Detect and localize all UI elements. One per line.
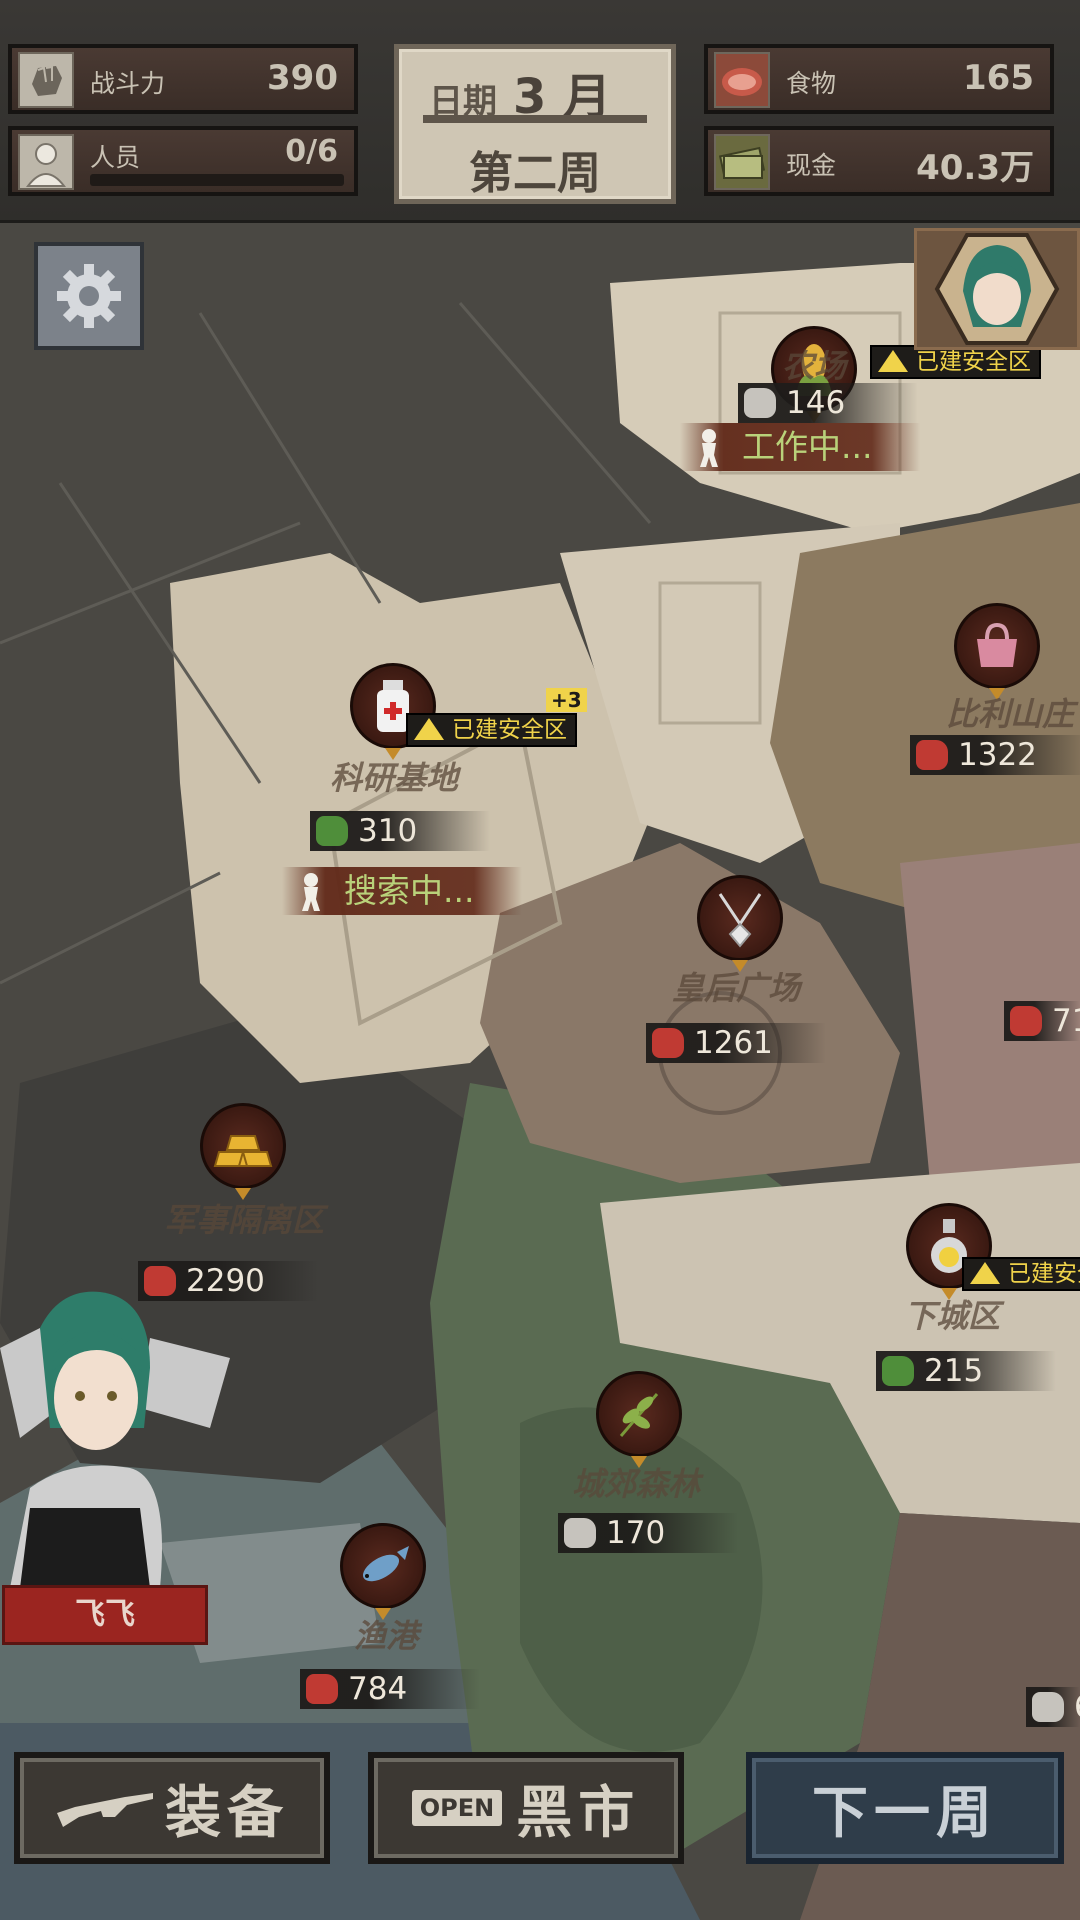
plaza-location-icon[interactable]	[697, 875, 783, 972]
date-divider	[423, 115, 647, 123]
fist-icon	[882, 1356, 914, 1386]
lower-name: 下城区	[903, 1297, 1001, 1335]
cash-stat: 现金 40.3万	[704, 126, 1054, 196]
farm-status: 工作中...	[680, 423, 920, 471]
herb-icon	[619, 1393, 659, 1437]
bag-district-location-icon[interactable]	[954, 603, 1040, 700]
date-week: 第二周	[469, 148, 601, 199]
plaza-name: 皇后广场	[671, 969, 801, 1007]
character-name-plate[interactable]: 飞飞	[2, 1585, 208, 1645]
character-figure	[0, 1291, 230, 1588]
cash-label: 现金	[786, 151, 837, 180]
food-label: 食物	[786, 69, 837, 98]
equipment-button[interactable]: 装备	[14, 1752, 330, 1864]
gear-icon	[57, 264, 121, 328]
plaza-power: 1261	[646, 1023, 826, 1063]
black-market-button[interactable]: OPEN 黑市	[368, 1752, 684, 1864]
character-portrait[interactable]	[0, 1288, 250, 1588]
harbor-location-icon[interactable]	[340, 1523, 426, 1620]
rifle-icon	[57, 1793, 153, 1827]
harbor-power: 784	[300, 1669, 480, 1709]
research-safe-zone-badge: 已建安全区	[406, 713, 577, 747]
lower-safe-zone-badge: 已建安全区	[962, 1257, 1080, 1291]
research-name: 科研基地	[329, 759, 459, 797]
settings-button[interactable]	[34, 242, 144, 350]
gold-bars-icon	[213, 1135, 273, 1167]
bag-district-name: 比利山庄	[945, 695, 1075, 733]
research-power: 310	[310, 811, 490, 851]
research-status: 搜索中...	[282, 867, 522, 915]
black-market-label: 黑市	[516, 1780, 641, 1846]
food-stat: 食物 165	[704, 44, 1054, 114]
fist-icon	[18, 52, 74, 108]
power-stat: 战斗力 390	[8, 44, 358, 114]
forest-location-icon[interactable]	[596, 1371, 682, 1468]
handbag-icon	[977, 622, 1017, 667]
open-sign-icon: OPEN	[411, 1790, 503, 1826]
staff-bar	[90, 174, 344, 186]
person-icon	[302, 873, 320, 911]
date-panel: 日期 3 月 第二周	[394, 44, 676, 204]
top-hud: 战斗力 390 人员 0/6 日期 3 月 第二周 食物 165 现金 40.3万	[0, 0, 1080, 223]
east-edge-power: 718	[1004, 1001, 1080, 1041]
heroine-avatar[interactable]	[914, 228, 1080, 350]
forest-power: 170	[558, 1513, 738, 1553]
cash-value: 40.3万	[916, 148, 1034, 188]
food-value: 165	[963, 58, 1034, 98]
avatar-portrait	[934, 233, 1060, 345]
fist-icon	[916, 740, 948, 770]
world-map[interactable]: 农场 已建安全区 +1 146 工作中... 科研基地 已建安全区 +3 310…	[0, 223, 1080, 1920]
lower-power: 215	[876, 1351, 1056, 1391]
staff-value: 0/6	[285, 134, 338, 169]
fist-icon	[1032, 1692, 1064, 1722]
necklace-icon	[718, 893, 762, 948]
south-edge-power: 6	[1026, 1687, 1080, 1727]
farm-power: 146	[738, 383, 918, 423]
military-name: 军事隔离区	[163, 1201, 325, 1239]
next-week-button[interactable]: 下一周	[746, 1752, 1064, 1864]
farm-name: 农场	[781, 347, 847, 385]
fish-icon	[362, 1546, 409, 1582]
harbor-name: 渔港	[353, 1617, 419, 1655]
staff-label: 人员	[90, 143, 141, 172]
military-location-icon[interactable]	[200, 1103, 286, 1200]
research-plus-badge: +3	[546, 688, 587, 712]
cash-icon	[714, 134, 770, 190]
meat-icon	[714, 52, 770, 108]
fist-icon	[744, 388, 776, 418]
power-value: 390	[267, 58, 338, 98]
fist-icon	[652, 1028, 684, 1058]
person-icon	[700, 429, 718, 467]
fist-icon	[316, 816, 348, 846]
forest-name: 城郊森林	[571, 1465, 701, 1503]
bag-district-power: 1322	[910, 735, 1080, 775]
equipment-label: 装备	[165, 1780, 289, 1846]
fist-icon	[564, 1518, 596, 1548]
fist-icon	[306, 1674, 338, 1704]
power-label: 战斗力	[90, 69, 166, 98]
person-icon	[18, 134, 74, 190]
map-background	[0, 223, 1080, 1920]
staff-stat: 人员 0/6	[8, 126, 358, 196]
fist-icon	[1010, 1006, 1042, 1036]
